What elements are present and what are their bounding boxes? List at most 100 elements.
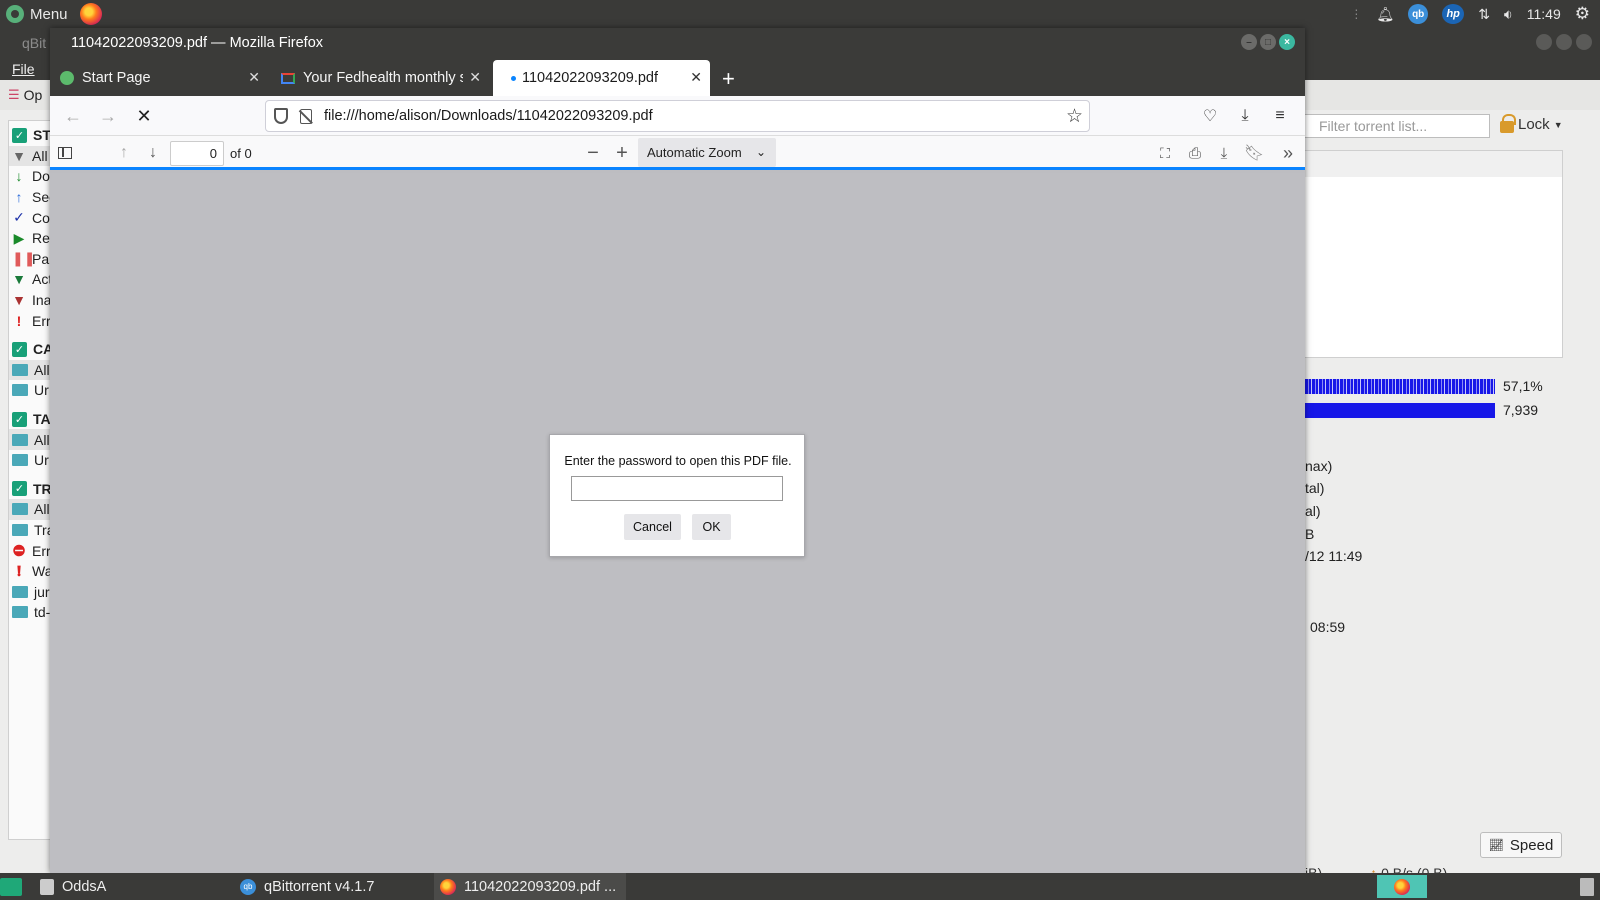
back-arrow-icon[interactable]: ← [61,104,85,128]
url-text[interactable]: file:///home/alison/Downloads/1104202209… [324,108,653,124]
filter-torrent-input[interactable]: Filter torrent list... [1305,114,1490,138]
maximize-icon[interactable]: □ [1260,34,1276,50]
next-page-arrow-icon[interactable]: ↓ [141,141,165,165]
tags-section-header[interactable]: ✓ TA [9,409,51,430]
taskbar-item-qbittorrent[interactable]: qb qBittorrent v4.1.7 [234,873,424,900]
minimize-icon[interactable] [1536,34,1552,50]
tab-close-icon[interactable]: ✕ [248,69,260,86]
zoom-out-icon[interactable]: − [581,141,605,165]
tab-close-icon[interactable]: ✕ [690,69,702,86]
downloads-icon[interactable]: ⤓ [1233,104,1257,128]
category-item-all[interactable]: All [9,359,51,381]
availability-bar [1305,402,1495,418]
qbittorrent-window-buttons [1536,34,1592,50]
notification-bell-icon[interactable]: 🔔︎ [1376,6,1394,23]
password-input[interactable] [571,476,783,501]
tracker-icon [12,606,28,619]
status-item-errored[interactable]: ! Err [9,310,51,331]
status-item-inactive[interactable]: ▼ Ina [9,290,51,311]
checkbox-icon[interactable]: ✓ [12,127,27,143]
trackers-section-header[interactable]: ✓ TR [9,479,51,500]
show-desktop-icon[interactable] [0,878,22,896]
tracker-item-jur[interactable]: jur [9,581,51,602]
tab-start-page[interactable]: Start Page ✕ [50,60,268,96]
maximize-icon[interactable] [1556,34,1572,50]
zoom-in-icon[interactable]: + [610,141,634,165]
url-bar[interactable]: file:///home/alison/Downloads/1104202209… [265,100,1090,132]
bookmark-star-icon[interactable]: ☆ [1066,105,1083,128]
save-download-icon[interactable]: ⤓ [1212,141,1236,165]
settings-gear-icon[interactable]: ⚙ [1575,4,1590,24]
presentation-mode-icon[interactable]: ⛶ [1153,141,1177,165]
qbittorrent-tray-icon[interactable]: qb [1408,4,1429,24]
categories-section-header[interactable]: ✓ CA [9,339,51,360]
clock[interactable]: 11:49 [1527,6,1561,22]
forward-arrow-icon[interactable]: → [96,104,120,128]
status-item-paused[interactable]: ❚❚Pau [9,249,51,270]
hp-tray-icon[interactable]: hp [1442,4,1465,24]
tag-item-all[interactable]: All [9,429,51,450]
print-icon[interactable]: ⎙ [1183,141,1207,165]
tab-close-icon[interactable]: ✕ [469,69,481,86]
options-icon[interactable]: ☰ [8,87,20,103]
item-label: See [32,189,51,206]
upload-arrow-icon: ↑ [15,189,23,206]
status-item-resumed[interactable]: ▶ Res [9,228,51,249]
workspace-switcher[interactable] [1377,875,1427,898]
checkbox-icon[interactable]: ✓ [12,481,27,497]
firefox-launcher-icon[interactable] [79,3,102,25]
tab-gmail[interactable]: Your Fedhealth monthly statement ✕ [271,60,489,96]
tracker-item-warning[interactable]: ❗︎ Wa [9,561,51,582]
stop-loading-icon[interactable]: ✕ [132,104,156,128]
checkbox-icon[interactable]: ✓ [12,411,27,427]
status-item-seeding[interactable]: ↑ See [9,187,52,208]
status-item-active[interactable]: ▼ Act [9,269,51,290]
document-icon [40,878,54,895]
tag-item-untagged[interactable]: Ur [9,450,51,471]
cancel-button[interactable]: Cancel [624,514,681,540]
speed-button[interactable]: 📈︎ Speed [1480,832,1562,858]
info-line: nax) [1305,458,1333,474]
bookmark-icon[interactable]: 🔖︎ [1242,141,1266,165]
ok-button[interactable]: OK [692,514,731,540]
previous-page-arrow-icon[interactable]: ↑ [112,141,136,165]
category-item-uncategorized[interactable]: Ur [9,380,51,401]
zoom-select[interactable]: Automatic Zoom ⌄ [638,138,776,167]
hamburger-menu-icon[interactable]: ≡ [1268,104,1292,128]
network-icon[interactable]: ⇅ [1478,6,1490,23]
new-tab-plus-icon[interactable]: + [722,66,735,92]
pocket-icon[interactable]: ♡ [1198,104,1222,128]
minimize-icon[interactable]: – [1241,34,1257,50]
tools-chevron-icon[interactable]: » [1276,141,1300,165]
status-section-header[interactable]: ✓ ST [9,125,51,146]
close-icon[interactable] [1576,34,1592,50]
item-label: Pau [32,250,51,267]
taskbar-item-firefox[interactable]: 11042022093209.pdf ... [434,873,626,900]
status-item-all[interactable]: ▼ All [9,145,51,167]
toggle-sidebar-button[interactable] [53,141,77,165]
selected-row[interactable] [1305,151,1562,177]
toolbar-options-label[interactable]: Op [24,87,43,103]
page-number-input[interactable]: 0 [170,141,224,166]
page-info-icon[interactable] [300,108,312,124]
pdf-viewer-area[interactable]: Enter the password to open this PDF file… [50,173,1305,873]
tracker-item-trackerless[interactable]: Tra [9,520,51,541]
taskbar-item-oddsa[interactable]: OddsA [34,873,224,900]
tracker-item-all[interactable]: All [9,499,51,520]
menu-file[interactable]: File [12,61,35,77]
tracker-item-td[interactable]: td- [9,602,51,623]
tray-separator-icon: ⋮ [1350,7,1363,21]
status-item-completed[interactable]: ✓ Co [9,207,51,228]
trash-icon[interactable] [1580,878,1594,896]
checkbox-icon[interactable]: ✓ [12,341,27,357]
torrent-list-panel[interactable] [1305,150,1563,358]
tracking-protection-shield-icon[interactable] [274,108,288,124]
lock-button[interactable]: Lock ▼ [1500,114,1563,133]
tab-pdf[interactable]: 11042022093209.pdf ✕ [493,60,710,96]
system-menu-button[interactable]: Menu [6,5,68,23]
tracker-item-error[interactable]: ⛔︎ Err [9,540,51,561]
close-icon[interactable]: × [1279,34,1295,50]
status-item-downloading[interactable]: ↓ Do [9,166,51,187]
volume-icon[interactable]: 🔉︎ [1504,6,1513,23]
firefox-workspace-icon [1394,878,1410,895]
